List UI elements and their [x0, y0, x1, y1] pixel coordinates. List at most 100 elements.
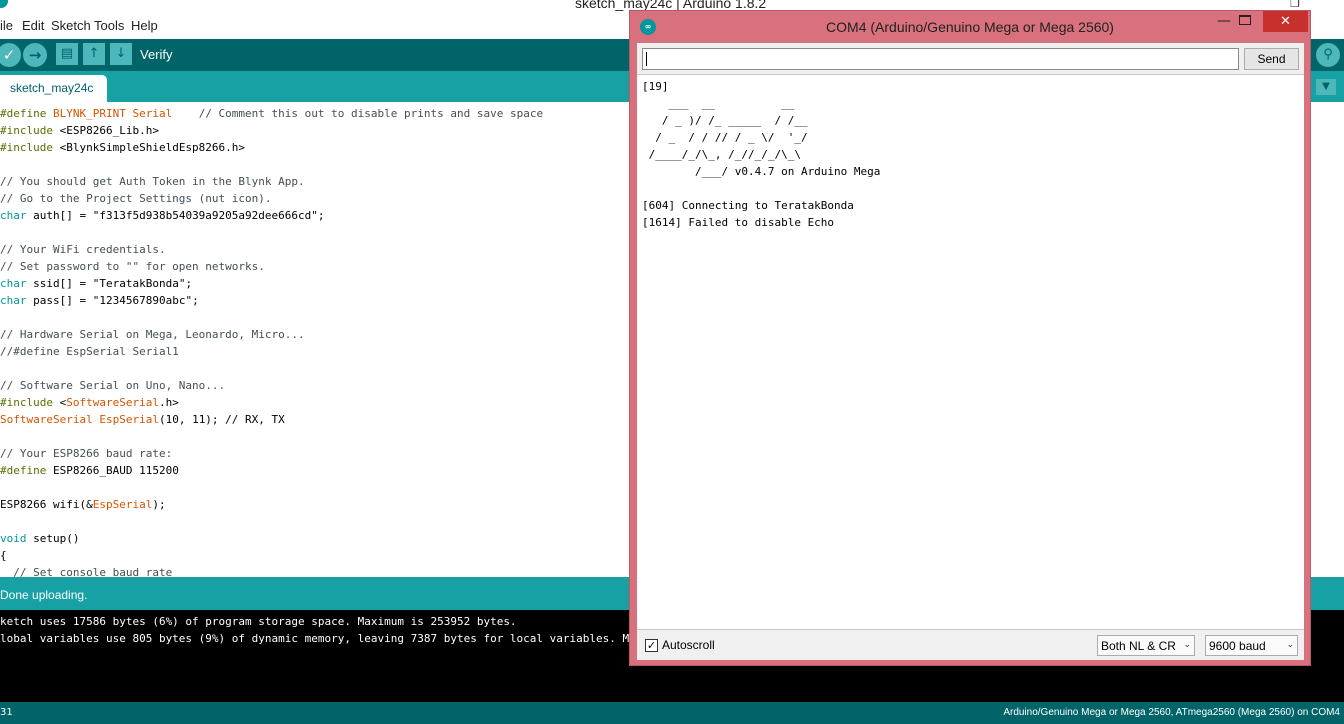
upload-icon[interactable]: → — [23, 43, 47, 67]
serial-monitor-title: COM4 (Arduino/Genuino Mega or Mega 2560) — [826, 19, 1114, 35]
code-line[interactable]: // Go to the Project Settings (nut icon)… — [0, 190, 543, 207]
code-line[interactable] — [0, 224, 543, 241]
serial-output-line: /___/ v0.4.7 on Arduino Mega — [642, 165, 881, 178]
code-line[interactable] — [0, 513, 543, 530]
menu-sketch[interactable]: Sketch — [51, 18, 91, 33]
code-line[interactable]: // You should get Auth Token in the Blyn… — [0, 173, 543, 190]
code-line[interactable]: SoftwareSerial EspSerial(10, 11); // RX,… — [0, 411, 543, 428]
autoscroll-label: Autoscroll — [662, 638, 715, 652]
line-ending-select[interactable]: Both NL & CR ⌄ — [1097, 635, 1195, 656]
serial-monitor-titlebar[interactable]: ∞ COM4 (Arduino/Genuino Mega or Mega 256… — [630, 11, 1310, 43]
code-token: char — [0, 294, 27, 307]
tab-menu-icon[interactable]: ▼ — [1316, 79, 1336, 95]
serial-output-area[interactable]: [19] ___ __ __ / _ )/ /_ _____ / /__ / _… — [637, 74, 1304, 630]
serial-output-line: [604] Connecting to TeratakBonda — [642, 199, 854, 212]
save-sketch-icon[interactable]: ↓ — [110, 43, 132, 65]
code-line[interactable]: #define BLYNK_PRINT Serial // Comment th… — [0, 105, 543, 122]
arduino-logo-icon — [0, 0, 8, 8]
code-token: #include — [0, 124, 60, 137]
serial-output-line: /____/_/\_, /_//_/_/\_\ — [642, 148, 801, 161]
serial-input-field[interactable] — [642, 48, 1239, 70]
code-token: // You should get Auth Token in the Blyn… — [0, 175, 305, 188]
code-line[interactable]: char pass[] = "1234567890abc"; — [0, 292, 543, 309]
code-line[interactable] — [0, 309, 543, 326]
code-line[interactable]: // Set console baud rate — [0, 564, 543, 577]
code-line[interactable]: #include <SoftwareSerial.h> — [0, 394, 543, 411]
autoscroll-checkbox[interactable]: ✓ — [645, 639, 658, 652]
code-line[interactable]: // Set password to "" for open networks. — [0, 258, 543, 275]
verify-icon[interactable]: ✓ — [0, 43, 21, 67]
code-token: SoftwareSerial — [66, 396, 159, 409]
code-line[interactable] — [0, 156, 543, 173]
code-token: // Software Serial on Uno, Nano... — [0, 379, 226, 392]
code-line[interactable]: // Your ESP8266 baud rate: — [0, 445, 543, 462]
code-token: #define — [0, 107, 53, 120]
code-token: EspSerial — [92, 498, 153, 511]
code-token: { — [0, 549, 7, 562]
code-line[interactable]: char auth[] = "f313f5d938b54039a9205a92d… — [0, 207, 543, 224]
code-token: #include — [0, 396, 60, 409]
menu-edit[interactable]: Edit — [22, 18, 44, 33]
code-token: <ESP8266_Lib.h> — [59, 124, 159, 137]
code-token: ssid[] = "TeratakBonda"; — [26, 277, 193, 290]
code-token: SoftwareSerial — [0, 413, 93, 426]
code-line[interactable]: // Hardware Serial on Mega, Leonardo, Mi… — [0, 326, 543, 343]
baud-rate-value: 9600 baud — [1209, 639, 1266, 653]
code-token: // Your ESP8266 baud rate: — [0, 447, 173, 460]
code-line[interactable]: { — [0, 547, 543, 564]
serial-output-line: / _ / / // / _ \/ '_/ — [642, 131, 808, 144]
serial-monitor-bottom-bar: ✓ Autoscroll Both NL & CR ⌄ 9600 baud ⌄ — [637, 631, 1304, 660]
new-sketch-icon[interactable]: ▤ — [56, 43, 78, 65]
code-token: // Set password to "" for open networks. — [0, 260, 265, 273]
code-token: char — [0, 209, 27, 222]
maximize-icon[interactable] — [1239, 15, 1251, 25]
code-line[interactable]: ESP8266 wifi(&EspSerial); — [0, 496, 543, 513]
tab-sketch[interactable]: sketch_may24c — [0, 75, 107, 102]
restore-icon[interactable]: ❐ — [1290, 0, 1300, 10]
code-token: #define — [0, 464, 53, 477]
footer-bar: 31 Arduino/Genuino Mega or Mega 2560, AT… — [0, 702, 1344, 724]
code-text[interactable]: #define BLYNK_PRINT Serial // Comment th… — [0, 105, 543, 577]
menu-tools[interactable]: Tools — [94, 18, 124, 33]
serial-output-line: [1614] Failed to disable Echo — [642, 216, 835, 229]
code-token: <BlynkSimpleShieldEsp8266.h> — [59, 141, 246, 154]
minimize-icon[interactable]: — — [1214, 13, 1234, 33]
board-info: Arduino/Genuino Mega or Mega 2560, ATmeg… — [1003, 707, 1340, 718]
code-line[interactable]: // Your WiFi credentials. — [0, 241, 543, 258]
code-token: auth[] = "f313f5d938b54039a9205a92dee666… — [26, 209, 325, 222]
menu-help[interactable]: Help — [131, 18, 158, 33]
close-icon[interactable]: ✕ — [1263, 11, 1308, 32]
code-line[interactable] — [0, 360, 543, 377]
chevron-down-icon: ⌄ — [1286, 639, 1294, 649]
code-line[interactable]: void setup() — [0, 530, 543, 547]
code-token: // Your WiFi credentials. — [0, 243, 166, 256]
code-line[interactable]: //#define EspSerial Serial1 — [0, 343, 543, 360]
menu-file[interactable]: ile — [0, 18, 13, 33]
serial-monitor-icon[interactable]: ⚲ — [1316, 43, 1340, 67]
code-token: EspSerial — [99, 413, 159, 426]
code-line[interactable]: // Software Serial on Uno, Nano... — [0, 377, 543, 394]
code-token: void — [0, 532, 27, 545]
send-button[interactable]: Send — [1244, 48, 1299, 70]
code-line[interactable] — [0, 428, 543, 445]
code-token: ); — [152, 498, 166, 511]
code-line[interactable]: #include <BlynkSimpleShieldEsp8266.h> — [0, 139, 543, 156]
chevron-down-icon: ⌄ — [1183, 639, 1191, 649]
code-token: // Comment this out to disable prints an… — [172, 107, 544, 120]
tab-sketch-label: sketch_may24c — [10, 81, 94, 95]
open-sketch-icon[interactable]: ↑ — [83, 43, 105, 65]
code-token: ESP8266 wifi(& — [0, 498, 93, 511]
code-token: // Hardware Serial on Mega, Leonardo, Mi… — [0, 328, 305, 341]
code-token: //#define EspSerial Serial1 — [0, 345, 179, 358]
code-token: // Set console baud rate — [0, 566, 173, 577]
code-line[interactable]: char ssid[] = "TeratakBonda"; — [0, 275, 543, 292]
serial-output-line: / _ )/ /_ _____ / /__ — [642, 114, 808, 127]
baud-rate-select[interactable]: 9600 baud ⌄ — [1205, 635, 1298, 656]
serial-monitor-body: Send [19] ___ __ __ / _ )/ /_ _____ / /_… — [637, 43, 1304, 660]
serial-monitor-window: ∞ COM4 (Arduino/Genuino Mega or Mega 256… — [629, 10, 1311, 666]
toolbar-hint-label: Verify — [140, 47, 173, 62]
code-line[interactable]: #include <ESP8266_Lib.h> — [0, 122, 543, 139]
code-line[interactable] — [0, 479, 543, 496]
status-message: Done uploading. — [0, 588, 88, 602]
code-line[interactable]: #define ESP8266_BAUD 115200 — [0, 462, 543, 479]
